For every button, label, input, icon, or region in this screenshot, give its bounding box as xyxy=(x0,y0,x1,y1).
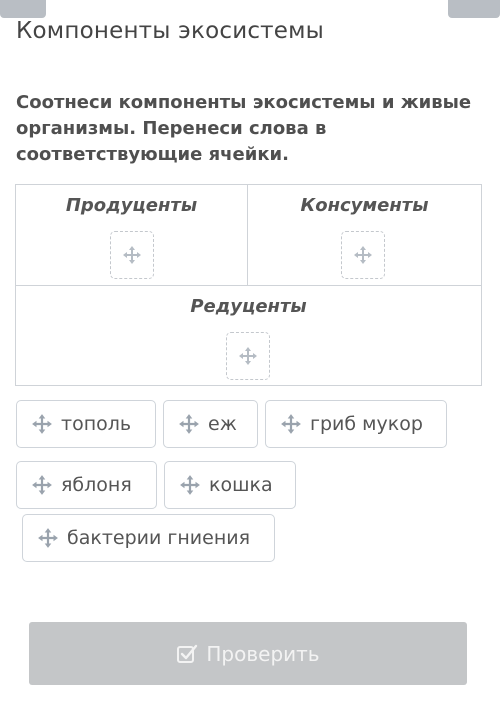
move-arrows-icon xyxy=(32,414,52,434)
move-arrows-icon xyxy=(281,414,301,434)
page-title: Компоненты экосистемы xyxy=(16,18,325,44)
move-arrows-icon xyxy=(179,414,199,434)
draggable-chip[interactable]: бактерии гниения xyxy=(22,514,275,562)
target-cell-consumers[interactable]: Консументы xyxy=(248,185,481,286)
draggable-chip[interactable]: яблоня xyxy=(16,461,157,509)
draggable-chip[interactable]: тополь xyxy=(16,400,156,448)
check-button[interactable]: Проверить xyxy=(29,622,467,685)
draggable-chip[interactable]: кошка xyxy=(164,461,296,509)
draggable-chip[interactable]: еж xyxy=(163,400,258,448)
move-arrows-icon xyxy=(239,347,257,365)
move-arrows-icon xyxy=(123,246,141,264)
checkbox-check-icon xyxy=(177,644,198,663)
target-label-producers: Продуценты xyxy=(65,195,198,216)
target-label-decomposers: Редуценты xyxy=(190,296,307,317)
task-instruction: Соотнеси компоненты экосистемы и живые о… xyxy=(16,92,472,165)
move-arrows-icon xyxy=(38,528,58,548)
chip-label: гриб мукор xyxy=(310,413,423,435)
chip-label: яблоня xyxy=(61,474,132,496)
chip-label: тополь xyxy=(61,413,132,435)
top-right-nav-button[interactable] xyxy=(448,0,500,18)
chip-label: бактерии гниения xyxy=(67,527,251,549)
check-button-label: Проверить xyxy=(206,641,320,666)
target-cell-producers[interactable]: Продуценты xyxy=(16,185,248,286)
draggable-chip[interactable]: гриб мукор xyxy=(265,400,447,448)
target-label-consumers: Консументы xyxy=(300,195,429,216)
drop-zone-decomposers[interactable] xyxy=(226,332,270,380)
target-cell-decomposers[interactable]: Редуценты xyxy=(16,286,481,385)
drop-zone-producers[interactable] xyxy=(110,231,154,279)
top-left-nav-button[interactable] xyxy=(0,0,46,18)
move-arrows-icon xyxy=(354,246,372,264)
drop-target-grid: Продуценты Консументы Редуценты xyxy=(15,184,482,386)
chip-label: кошка xyxy=(209,474,273,496)
chip-label: еж xyxy=(208,413,237,435)
move-arrows-icon xyxy=(32,475,52,495)
drop-zone-consumers[interactable] xyxy=(341,231,385,279)
move-arrows-icon xyxy=(180,475,200,495)
